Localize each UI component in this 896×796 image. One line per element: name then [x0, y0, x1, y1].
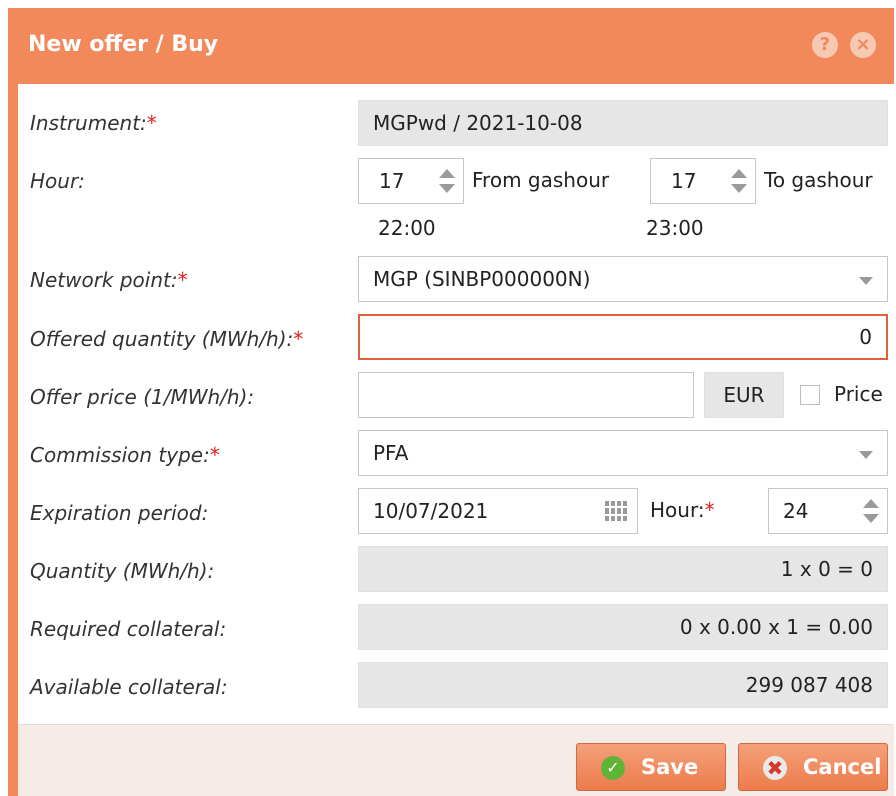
from-gashour-time: 22:00 [378, 216, 436, 240]
calendar-icon[interactable] [605, 501, 627, 521]
from-gashour-label: From gashour [472, 168, 610, 192]
offered-quantity-input[interactable]: 0 [358, 314, 888, 360]
network-point-select[interactable]: MGP (SINBP000000N) [358, 256, 888, 302]
required-collateral-label: Required collateral: [30, 617, 227, 641]
quantity-value: 1 x 0 = 0 [358, 546, 888, 592]
dialog-title: New offer / Buy [28, 32, 219, 57]
from-gashour-value: 17 [379, 169, 405, 193]
available-collateral-label: Available collateral: [30, 675, 228, 699]
save-button[interactable]: ✓ Save [576, 743, 726, 791]
commission-type-select[interactable]: PFA [358, 430, 888, 476]
expiration-hour-stepper[interactable]: 24 [768, 488, 888, 534]
hour-label: Hour: [30, 169, 85, 193]
instrument-field: MGPwd / 2021-10-08 [358, 100, 888, 146]
quantity-label: Quantity (MWh/h): [30, 559, 215, 583]
currency-label: EUR [704, 372, 784, 418]
offer-price-input[interactable] [358, 372, 694, 418]
price-checkbox-label: Price [834, 382, 883, 406]
expiration-hour-label: Hour:* [650, 498, 715, 522]
offer-price-label: Offer price (1/MWh/h): [30, 385, 255, 409]
checkmark-icon: ✓ [601, 756, 625, 780]
from-gashour-stepper[interactable]: 17 [358, 158, 464, 204]
commission-type-value: PFA [373, 441, 409, 465]
close-icon[interactable]: × [850, 32, 876, 58]
cancel-x-icon: ✖ [763, 756, 787, 780]
to-gashour-value: 17 [671, 169, 697, 193]
from-gashour-spin[interactable] [439, 167, 455, 195]
expiration-date-value: 10/07/2021 [373, 499, 489, 523]
to-gashour-label: To gashour [764, 168, 873, 192]
save-button-label: Save [641, 755, 699, 779]
network-point-value: MGP (SINBP000000N) [373, 267, 591, 291]
chevron-down-icon [859, 277, 873, 285]
dialog-body: Instrument:* MGPwd / 2021-10-08 Hour: 17… [18, 84, 894, 724]
cancel-button-label: Cancel [803, 755, 882, 779]
instrument-label: Instrument:* [30, 111, 157, 135]
to-gashour-time: 23:00 [646, 216, 704, 240]
network-point-label: Network point:* [30, 268, 188, 292]
new-offer-dialog: New offer / Buy ? × Instrument:* MGPwd /… [8, 8, 894, 796]
help-icon[interactable]: ? [812, 32, 838, 58]
required-collateral-value: 0 x 0.00 x 1 = 0.00 [358, 604, 888, 650]
dialog-footer: ✓ Save ✖ Cancel [18, 724, 894, 796]
expiration-hour-spin[interactable] [863, 497, 879, 525]
price-checkbox[interactable] [800, 385, 820, 405]
commission-type-label: Commission type:* [30, 443, 220, 467]
expiration-hour-value: 24 [783, 499, 809, 523]
offered-quantity-label: Offered quantity (MWh/h):* [30, 327, 304, 351]
available-collateral-value: 299 087 408 [358, 662, 888, 708]
chevron-down-icon [859, 451, 873, 459]
to-gashour-stepper[interactable]: 17 [650, 158, 756, 204]
expiration-period-label: Expiration period: [30, 501, 209, 525]
to-gashour-spin[interactable] [731, 167, 747, 195]
cancel-button[interactable]: ✖ Cancel [738, 743, 888, 791]
expiration-date-input[interactable]: 10/07/2021 [358, 488, 638, 534]
dialog-titlebar: New offer / Buy ? × [8, 8, 894, 84]
